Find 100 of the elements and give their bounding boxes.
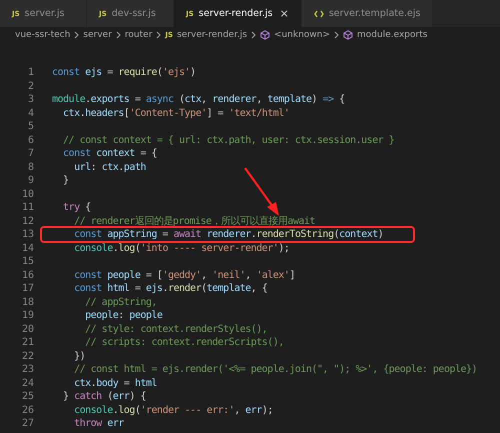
code-token: ); (262, 404, 273, 416)
line-number: 3 (26, 94, 34, 106)
chevron-right-icon (334, 31, 340, 39)
code-token: ( (156, 67, 162, 78)
code-token: . (85, 94, 91, 106)
code-token: catch (74, 391, 102, 402)
code-token: template (206, 283, 251, 294)
cube-icon (343, 30, 354, 40)
code-token: = (122, 378, 130, 389)
code-token: err (112, 391, 130, 402)
code-token: const (62, 148, 92, 160)
code-token: people (84, 310, 118, 322)
tab-label: server-render.js (198, 8, 273, 19)
tab-label: server.template.ejs (328, 8, 420, 19)
code-token: , (256, 94, 263, 106)
code-token: } (62, 175, 69, 186)
code-token: ejs (146, 283, 162, 294)
code-token: renderer (206, 229, 251, 240)
code-token: 'Content-Type' (129, 108, 207, 119)
breadcrumb-item[interactable]: vue-ssr-tech (15, 30, 70, 40)
line-number: 1 (26, 67, 34, 78)
code-token: // const context = { url: ctx.path, user: ctx.session.user } (62, 134, 394, 146)
code-token: = (106, 67, 114, 78)
code-token: . (112, 404, 118, 416)
line-number: 11 (20, 202, 34, 214)
code-token: exports (90, 94, 130, 106)
code-token: context (96, 148, 135, 160)
code-token: html (134, 378, 157, 389)
file-tab[interactable]: server.template.ejs (302, 0, 434, 27)
cube-icon (260, 30, 270, 40)
code-token: try (62, 202, 80, 214)
line-number: 26 (20, 404, 34, 416)
code-token: 'render --- err:' (140, 404, 234, 416)
code-token: url (73, 162, 91, 173)
chevron-right-icon (251, 31, 256, 39)
line-number: 18 (20, 296, 34, 308)
breadcrumb-item[interactable]: module.exports (357, 30, 428, 40)
code-token: . (112, 242, 118, 254)
breadcrumb-item[interactable]: server-render.js (176, 30, 248, 40)
code-token: . (118, 162, 124, 173)
breadcrumb-item[interactable]: server (83, 30, 112, 40)
code-token: . (90, 378, 96, 389)
code-token: ] (289, 270, 295, 281)
code-token: render (168, 283, 202, 294)
breadcrumb-item[interactable]: <unknown> (274, 30, 330, 40)
code-token: : (118, 310, 125, 322)
line-number: 10 (20, 188, 34, 200)
code-token: // appString, (84, 296, 157, 308)
code-token: console (73, 404, 113, 416)
code-token: ) (312, 94, 318, 106)
code-token: => (322, 94, 334, 106)
code-token: module (52, 94, 86, 106)
line-number: 14 (20, 242, 34, 254)
code-token: const (73, 270, 103, 281)
code-token: appString (107, 229, 157, 240)
code-token: ctx (184, 94, 202, 106)
code-token: , (245, 270, 252, 281)
tab-label: dev-ssr.js (112, 8, 156, 19)
code-token: . (162, 283, 168, 294)
line-number: 17 (20, 283, 34, 294)
line-number: 15 (20, 256, 34, 268)
code-brackets-icon (314, 10, 324, 18)
line-number: 25 (20, 391, 34, 402)
code-token: } (62, 391, 70, 402)
code-token: ejs (85, 67, 102, 78)
code-token: = (134, 283, 142, 294)
code-token: throw (73, 418, 104, 430)
breadcrumb-item[interactable]: router (124, 30, 152, 40)
code-token: const (73, 283, 103, 294)
code-token: renderToString (256, 229, 334, 240)
code-token: require (118, 67, 157, 78)
code-token: , { (250, 283, 268, 294)
code-token: ctx (62, 108, 80, 119)
code-token: console (73, 242, 113, 254)
code-token: html (107, 283, 130, 294)
code-token: ) (190, 67, 196, 78)
code-token: ( (179, 94, 185, 106)
close-icon[interactable]: × (280, 7, 289, 20)
code-token: 'geddy' (162, 270, 202, 281)
code-token: people (107, 270, 140, 281)
line-number: 12 (20, 216, 34, 227)
line-number: 5 (26, 121, 34, 132)
code-token: // scripts: context.renderScripts(), (84, 337, 284, 348)
line-number: 19 (20, 310, 34, 322)
code-token: = (134, 94, 142, 106)
code-token: = (161, 229, 169, 240)
line-number: 4 (26, 108, 34, 119)
code-token: 'neil' (212, 270, 246, 281)
code-token: const (73, 229, 103, 240)
code-token: context (339, 229, 378, 240)
code-token: path (124, 162, 146, 173)
code-token: ( (106, 391, 113, 402)
chevron-right-icon (116, 31, 121, 39)
code-token: 'text/html' (228, 108, 290, 119)
line-number: 23 (20, 364, 34, 376)
code-token: log (118, 242, 135, 254)
line-number: 9 (26, 175, 34, 186)
code-token: { (338, 94, 345, 106)
code-token: = { (139, 148, 157, 160)
code-token: renderer (212, 94, 256, 106)
